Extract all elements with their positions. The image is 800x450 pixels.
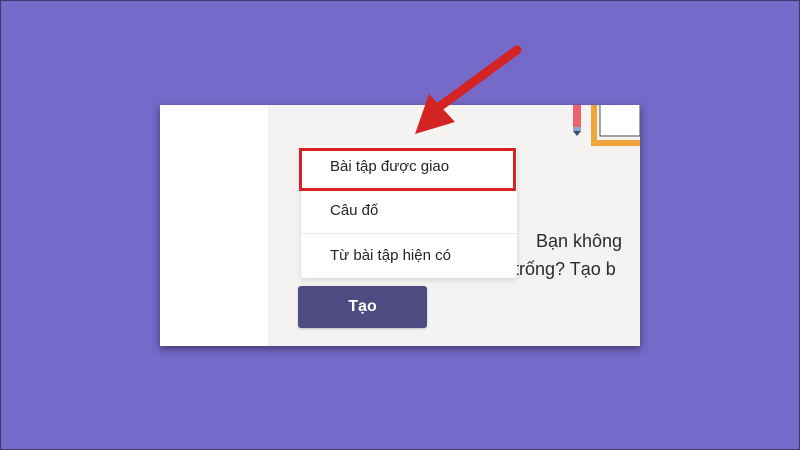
create-menu: Bài tập được giao Câu đố Từ bài tập hiện… [301, 145, 517, 278]
menu-item-from-existing[interactable]: Từ bài tập hiện có [301, 234, 517, 278]
create-button[interactable]: Tạo [298, 286, 427, 328]
empty-state-line-2: trống? Tạo b [514, 259, 616, 279]
left-pane [160, 105, 268, 346]
empty-state-text: Bạn không trống? Tạo b [514, 227, 640, 283]
menu-item-quiz[interactable]: Câu đố [301, 189, 517, 234]
notebook-pencil-illustration [573, 105, 640, 146]
red-arrow-annotation [415, 45, 522, 134]
empty-state-line-1: Bạn không [536, 231, 623, 251]
assignments-screenshot: Bạn không trống? Tạo b Bài tập được giao… [160, 105, 640, 346]
menu-item-assignment[interactable]: Bài tập được giao [301, 145, 517, 189]
